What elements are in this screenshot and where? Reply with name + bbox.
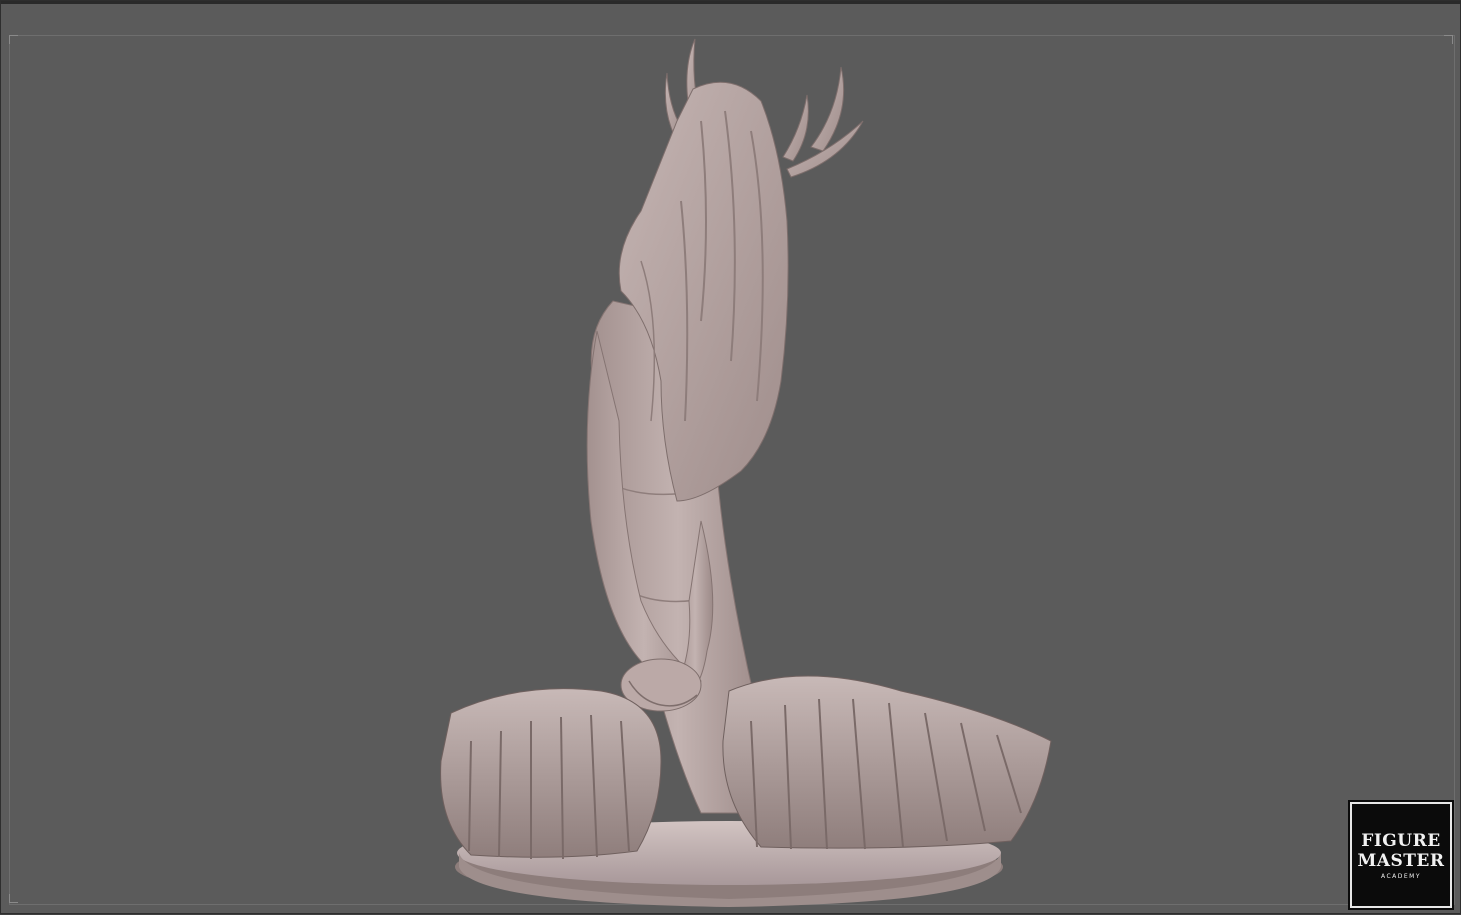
right-wing [722, 675, 1052, 850]
logo-text-line1: FIGURE [1361, 830, 1441, 851]
3d-viewport[interactable]: FIGURE MASTER ACADEMY [0, 0, 1461, 914]
brand-logo: FIGURE MASTER ACADEMY [1348, 800, 1454, 910]
left-wing [440, 688, 662, 860]
logo-text-line3: ACADEMY [1380, 872, 1422, 880]
logo-text-line2: MASTER [1357, 850, 1445, 871]
sculpt-model[interactable] [1, 1, 1461, 915]
